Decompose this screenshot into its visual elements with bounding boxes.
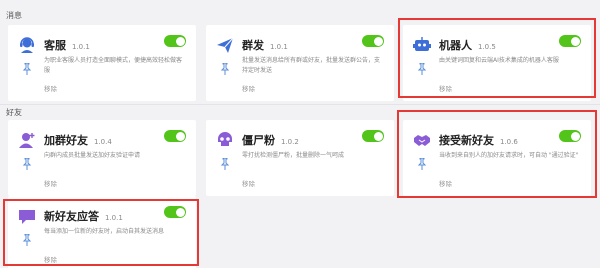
plugin-description: 每当添加一位新的好友时，启动自其发送消息 — [44, 228, 165, 235]
add-group-friend-icon — [19, 133, 35, 148]
pin-icon[interactable] — [22, 158, 32, 170]
remove-link[interactable]: 移除 — [242, 178, 255, 188]
remove-link[interactable]: 移除 — [44, 178, 57, 188]
section-title-messages: 消息 — [6, 11, 22, 20]
plugin-version: 1.0.1 — [72, 43, 90, 51]
plugin-card-new-friend-reply[interactable]: 新好友应答 1.0.1 每当添加一位新的好友时，启动自其发送消息 移除 — [8, 196, 196, 268]
remove-link[interactable]: 移除 — [44, 254, 57, 264]
plugin-version: 1.0.6 — [500, 138, 518, 146]
chat-bubble-icon — [19, 210, 35, 224]
plugin-description: 零打扰检测僵尸粉，批量删除一气呵成 — [242, 152, 345, 159]
enable-toggle[interactable] — [164, 35, 186, 47]
remove-link[interactable]: 移除 — [439, 178, 452, 188]
section-divider — [0, 104, 600, 105]
plugin-description: 为职业客服人员打造全面聊模式，便捷高效轻松做客服 — [44, 57, 183, 74]
plugin-version: 1.0.5 — [478, 43, 496, 51]
plugin-title: 僵尸粉 1.0.2 — [242, 134, 299, 147]
plugin-title: 加群好友 1.0.4 — [44, 134, 112, 147]
section-title-friends: 好友 — [6, 108, 22, 117]
plugin-version: 1.0.4 — [94, 138, 112, 146]
plugin-card-robot[interactable]: 机器人 1.0.5 由关键词回复和云端AI技术集成的机器人客服 移除 — [403, 25, 591, 101]
enable-toggle[interactable] — [164, 130, 186, 142]
plugin-card-add-group-friends[interactable]: 加群好友 1.0.4 向群内成员批量发送加好友验证申请 移除 — [8, 120, 196, 196]
remove-link[interactable]: 移除 — [242, 83, 255, 93]
plugin-description: 批量发送消息给所有群或好友，批量发送群公告，支持定时发送 — [242, 57, 381, 74]
enable-toggle[interactable] — [164, 206, 186, 218]
plugin-title: 客服 1.0.1 — [44, 39, 90, 52]
handshake-icon — [414, 135, 430, 146]
pin-icon[interactable] — [22, 63, 32, 75]
pin-icon[interactable] — [220, 158, 230, 170]
plugin-description: 由关键词回复和云端AI技术集成的机器人客服 — [439, 57, 559, 64]
remove-link[interactable]: 移除 — [439, 83, 452, 93]
plugin-card-customer-service[interactable]: 客服 1.0.1 为职业客服人员打造全面聊模式，便捷高效轻松做客服 移除 — [8, 25, 196, 101]
plugin-title: 机器人 1.0.5 — [439, 39, 496, 52]
plugin-description: 当收到来自别人的加好友请求时，可自动 "通过验证" — [439, 152, 579, 159]
plugin-version: 1.0.2 — [281, 138, 299, 146]
enable-toggle[interactable] — [559, 35, 581, 47]
plugin-card-zombie-fans[interactable]: 僵尸粉 1.0.2 零打扰检测僵尸粉，批量删除一气呵成 移除 — [206, 120, 394, 196]
plugin-version: 1.0.1 — [105, 214, 123, 222]
enable-toggle[interactable] — [559, 130, 581, 142]
enable-toggle[interactable] — [362, 130, 384, 142]
plugin-title: 接受新好友 1.0.6 — [439, 134, 518, 147]
customer-service-icon — [20, 37, 34, 53]
pin-icon[interactable] — [220, 63, 230, 75]
plugin-card-broadcast[interactable]: 群发 1.0.1 批量发送消息给所有群或好友，批量发送群公告，支持定时发送 移除 — [206, 25, 394, 101]
plugin-card-accept-new-friends[interactable]: 接受新好友 1.0.6 当收到来自别人的加好友请求时，可自动 "通过验证" 移除 — [403, 120, 591, 196]
plugin-title: 新好友应答 1.0.1 — [44, 210, 123, 223]
remove-link[interactable]: 移除 — [44, 83, 57, 93]
pin-icon[interactable] — [417, 63, 427, 75]
plugin-title: 群发 1.0.1 — [242, 39, 288, 52]
pin-icon[interactable] — [417, 158, 427, 170]
enable-toggle[interactable] — [362, 35, 384, 47]
robot-icon — [413, 37, 431, 51]
plugin-version: 1.0.1 — [270, 43, 288, 51]
send-icon — [217, 37, 234, 53]
zombie-icon — [218, 132, 232, 146]
plugin-description: 向群内成员批量发送加好友验证申请 — [44, 152, 141, 159]
pin-icon[interactable] — [22, 234, 32, 246]
